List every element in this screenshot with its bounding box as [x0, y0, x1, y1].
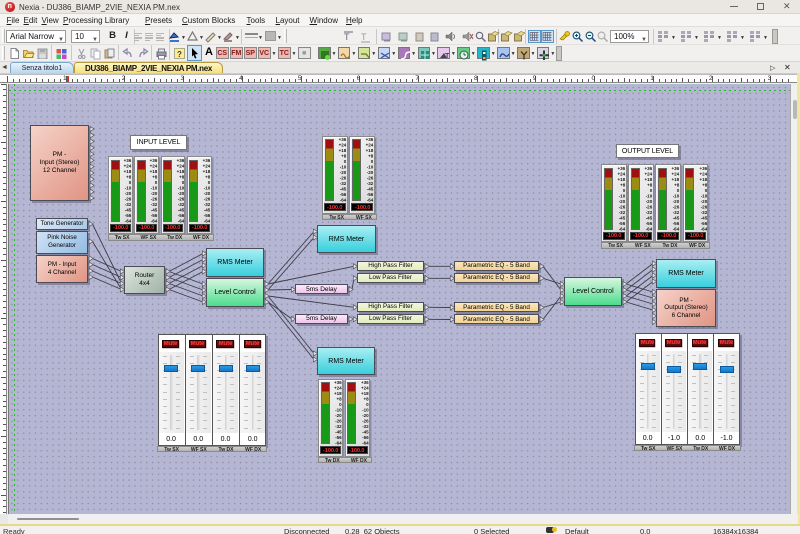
svg-text:T: T [361, 32, 367, 42]
svg-text:?: ? [177, 50, 182, 59]
svg-text:T: T [445, 53, 450, 60]
svg-text:T: T [344, 32, 350, 42]
